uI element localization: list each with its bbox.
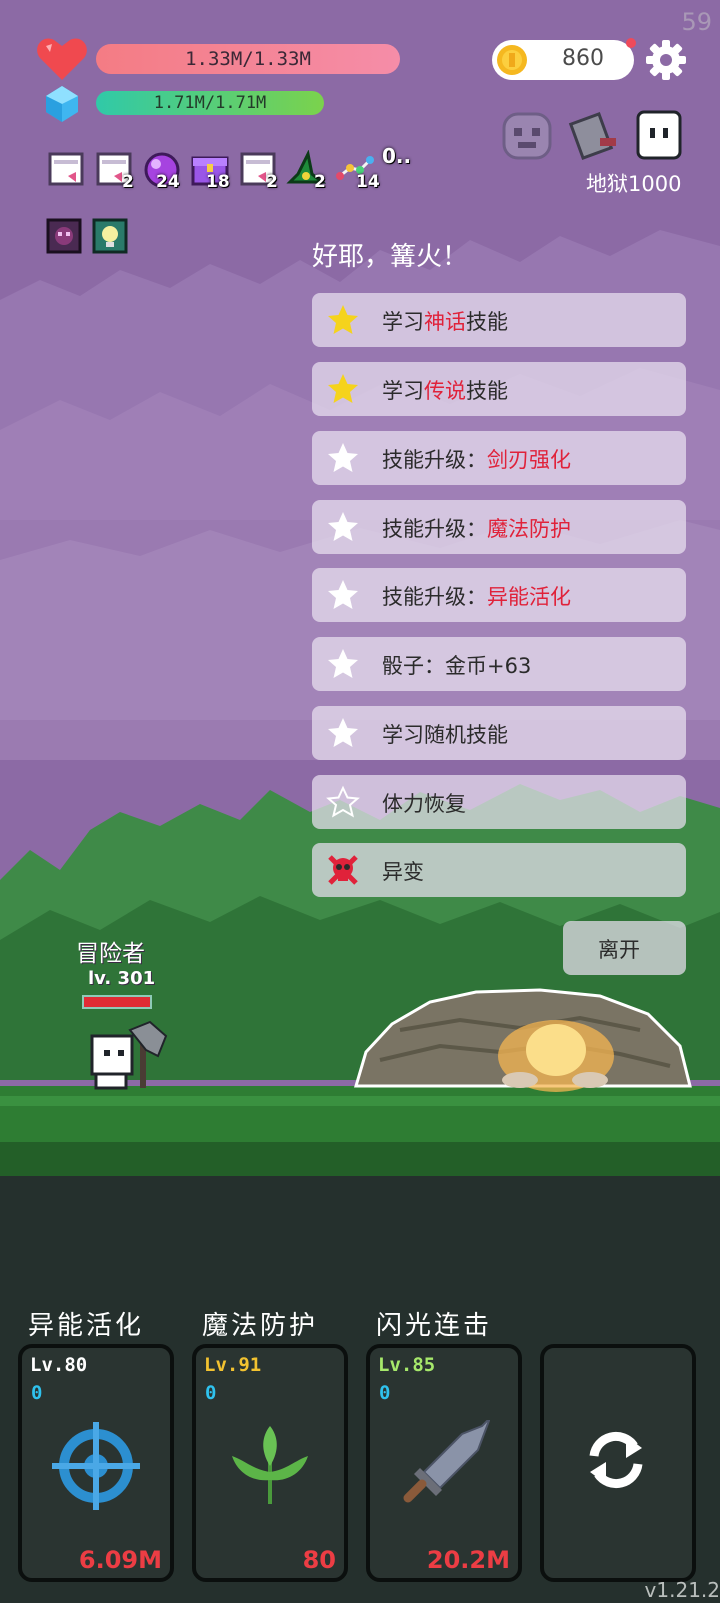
white-star-icon [328, 580, 358, 609]
option-label: 技能升级：魔法防护 [382, 517, 571, 541]
heart-icon [37, 38, 87, 80]
coin-value: 860 [562, 46, 604, 71]
skill-level: Lv.85 [378, 1354, 436, 1376]
ghost-portrait-icon[interactable] [500, 110, 554, 162]
skill-count: 0 [205, 1382, 217, 1404]
hero-name: 冒险者 [76, 941, 145, 967]
gold-coin-icon [497, 45, 527, 75]
inventory-item-7[interactable]: 14 [334, 150, 380, 192]
cursed-blade-icon[interactable] [566, 110, 624, 164]
inventory-item-4[interactable]: 18 [190, 150, 230, 192]
option-label: 异变 [382, 860, 424, 884]
sword-icon [403, 1420, 490, 1503]
boss-ghost-icon[interactable] [634, 108, 684, 162]
option-mutation[interactable]: 异变 [312, 843, 686, 897]
option-learn-mythic-skill[interactable]: 学习神话技能 [312, 293, 686, 347]
skill-level: Lv.91 [204, 1354, 262, 1376]
crosshair-icon [52, 1422, 140, 1510]
event-title: 好耶，篝火！ [312, 242, 469, 272]
inventory-item-6[interactable]: 2 [286, 149, 327, 192]
option-upgrade-magic-shield[interactable]: 技能升级：魔法防护 [312, 500, 686, 554]
inventory-item-5[interactable]: 2 [238, 150, 278, 192]
inventory-count: 2 [122, 172, 134, 192]
option-upgrade-blade[interactable]: 技能升级：剑刃强化 [312, 431, 686, 485]
option-restore-stamina[interactable]: 体力恢复 [312, 775, 686, 829]
inventory-count: 14 [356, 172, 380, 192]
area-label: 地狱1000 [586, 172, 682, 196]
settings-gear-icon[interactable] [646, 40, 686, 80]
white-star-icon [328, 649, 358, 678]
inventory-item-2[interactable]: 2 [94, 150, 134, 192]
option-learn-random-skill[interactable]: 学习随机技能 [312, 706, 686, 760]
inventory-count: 2 [266, 172, 278, 192]
skill-count: 0 [31, 1382, 43, 1404]
coin-counter[interactable]: 860 [492, 38, 636, 80]
option-label: 学习神话技能 [382, 310, 508, 334]
dark-buff-icon[interactable] [46, 218, 82, 254]
leave-button[interactable]: 离开 [563, 921, 686, 975]
option-upgrade-psionic[interactable]: 技能升级：异能活化 [312, 568, 686, 622]
skill-name-2: 魔法防护 [202, 1311, 319, 1341]
white-star-icon [328, 443, 358, 472]
option-dice-gold[interactable]: 骰子：金币+63 [312, 637, 686, 691]
mana-crystal-icon [46, 86, 78, 122]
gold-star-icon [328, 305, 358, 334]
inventory-item-more[interactable]: 0.. [382, 144, 422, 190]
refresh-skills-button[interactable] [540, 1344, 696, 1582]
hero-health-bar [82, 995, 152, 1009]
leave-label: 离开 [598, 938, 640, 962]
lightbulb-buff-icon[interactable] [92, 218, 128, 254]
hp-text: 1.33M/1.33M [185, 48, 311, 70]
skill-value: 80 [302, 1546, 336, 1574]
version-label: v1.21.2 [644, 1578, 720, 1602]
skill-card-1[interactable]: Lv.80 0 6.09M [18, 1344, 174, 1582]
option-label: 技能升级：剑刃强化 [382, 448, 571, 472]
skull-crossbones-icon [328, 855, 358, 885]
refresh-icon [589, 1432, 643, 1488]
hp-bar: 1.33M/1.33M [96, 44, 400, 74]
leaf-icon [232, 1426, 308, 1504]
skill-name-3: 闪光连击 [376, 1311, 493, 1341]
option-label: 技能升级：异能活化 [382, 585, 571, 609]
hero-health-fill [84, 997, 150, 1007]
notification-dot [626, 38, 636, 48]
inventory-item-3[interactable]: 24 [142, 150, 182, 192]
option-label: 骰子：金币+63 [382, 654, 532, 678]
option-label: 学习传说技能 [382, 379, 508, 403]
option-label: 学习随机技能 [382, 723, 508, 747]
fps-counter: 59 [681, 8, 712, 36]
hero-level: lv. 301 [88, 968, 156, 989]
mp-bar: 1.71M/1.71M [96, 91, 324, 115]
skill-count: 0 [379, 1382, 391, 1404]
option-learn-legendary-skill[interactable]: 学习传说技能 [312, 362, 686, 416]
white-star-icon [328, 512, 358, 541]
skill-level: Lv.80 [30, 1354, 88, 1376]
skill-card-2[interactable]: Lv.91 0 80 [192, 1344, 348, 1582]
more-icon: 0.. [382, 144, 412, 168]
skill-card-3[interactable]: Lv.85 0 20.2M [366, 1344, 522, 1582]
inventory-count: 2 [314, 172, 326, 192]
skill-value: 20.2M [426, 1546, 510, 1574]
skill-value: 6.09M [78, 1546, 162, 1574]
skill-name-1: 异能活化 [28, 1311, 145, 1341]
scroll-icon [48, 152, 84, 186]
outline-star-icon [326, 785, 360, 818]
inventory-item-1[interactable] [46, 150, 86, 190]
white-star-icon [328, 718, 358, 747]
gold-star-icon [328, 374, 358, 403]
option-label: 体力恢复 [382, 792, 466, 816]
mp-text: 1.71M/1.71M [153, 93, 267, 113]
inventory-count: 18 [206, 172, 230, 192]
inventory-count: 24 [156, 172, 180, 192]
